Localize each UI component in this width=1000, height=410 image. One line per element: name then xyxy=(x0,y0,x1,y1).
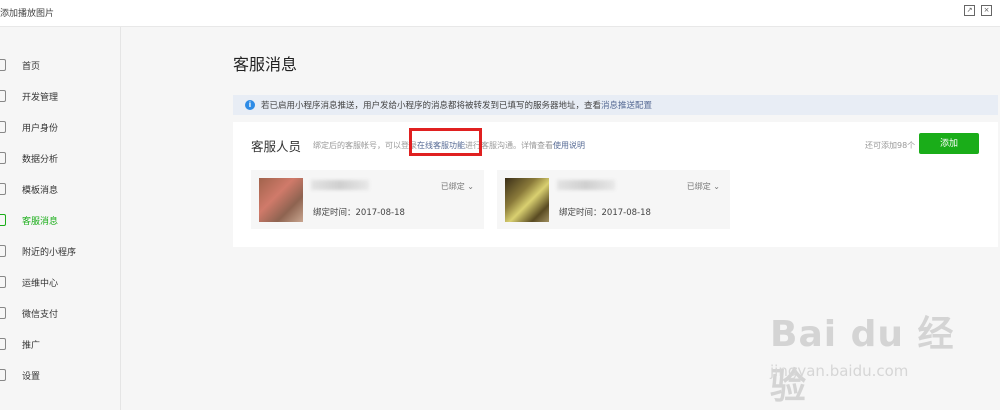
sidebar-item-nearby[interactable]: 附近的小程序 xyxy=(0,241,120,261)
notice-text: 若已启用小程序消息推送，用户发给小程序的消息都将被转发到已填写的服务器地址，查看 xyxy=(261,101,602,111)
sidebar-item-label: 用户身份 xyxy=(22,123,59,134)
bind-time: 绑定时间：2017-08-18 xyxy=(313,208,405,218)
ops-icon xyxy=(0,276,6,288)
agent-card: 已绑定 ⌄ 绑定时间：2017-08-18 xyxy=(497,170,730,229)
add-button[interactable]: 添加 xyxy=(919,133,979,154)
sidebar-item-label: 推广 xyxy=(22,340,41,351)
external-link-icon[interactable]: ↗ xyxy=(964,5,975,16)
user-icon xyxy=(0,121,6,133)
home-icon xyxy=(0,59,6,71)
sidebar-item-label: 运维中心 xyxy=(22,278,59,289)
sidebar-item-analytics[interactable]: 数据分析 xyxy=(0,148,120,168)
sidebar-item-settings[interactable]: 设置 xyxy=(0,365,120,385)
bind-status-dropdown[interactable]: 已绑定 ⌄ xyxy=(441,181,474,192)
window-controls: ↗ × xyxy=(964,5,992,16)
bind-status-dropdown[interactable]: 已绑定 ⌄ xyxy=(687,181,720,192)
chart-icon xyxy=(0,152,6,164)
pay-icon xyxy=(0,307,6,319)
notice-bar: i 若已启用小程序消息推送，用户发给小程序的消息都将被转发到已填写的服务器地址，… xyxy=(233,95,998,115)
settings-icon xyxy=(0,369,6,381)
template-icon xyxy=(0,183,6,195)
bind-status-label: 已绑定 xyxy=(440,182,465,191)
window-titlebar: 添加播放图片 ↗ × xyxy=(0,0,1000,27)
sidebar-item-pay[interactable]: 微信支付 xyxy=(0,303,120,323)
bind-status-label: 已绑定 xyxy=(686,182,711,191)
info-icon: i xyxy=(245,100,255,110)
chevron-down-icon: ⌄ xyxy=(467,182,474,191)
promo-icon xyxy=(0,338,6,350)
sidebar-item-label: 模板消息 xyxy=(22,185,59,196)
location-icon xyxy=(0,245,6,257)
sidebar-item-promo[interactable]: 推广 xyxy=(0,334,120,354)
avatar xyxy=(505,178,549,222)
sidebar-item-dev[interactable]: 开发管理 xyxy=(0,86,120,106)
window-title: 添加播放图片 xyxy=(0,9,55,19)
sidebar-item-home[interactable]: 首页 xyxy=(0,55,120,75)
sidebar-item-user[interactable]: 用户身份 xyxy=(0,117,120,137)
sidebar: 首页 开发管理 用户身份 数据分析 模板消息 客服消息 附近的小程序 运维中心 … xyxy=(0,27,121,410)
watermark-logo: Bai du 经验 xyxy=(770,314,955,407)
sidebar-item-service[interactable]: 客服消息 xyxy=(0,210,120,230)
blurred-name xyxy=(557,180,615,190)
sidebar-item-label: 设置 xyxy=(22,371,41,382)
blurred-name xyxy=(311,180,369,190)
sidebar-item-ops[interactable]: 运维中心 xyxy=(0,272,120,292)
sidebar-item-label: 开发管理 xyxy=(22,92,59,103)
page-title: 客服消息 xyxy=(233,55,298,74)
bind-time: 绑定时间：2017-08-18 xyxy=(559,208,651,218)
staff-label: 客服人员 xyxy=(251,139,302,154)
agent-card: 已绑定 ⌄ 绑定时间：2017-08-18 xyxy=(251,170,484,229)
chevron-down-icon: ⌄ xyxy=(713,182,720,191)
sidebar-item-label: 客服消息 xyxy=(22,216,59,227)
sidebar-item-template[interactable]: 模板消息 xyxy=(0,179,120,199)
notice-link[interactable]: 消息推送配置 xyxy=(601,99,652,111)
sidebar-item-label: 附近的小程序 xyxy=(22,247,77,258)
service-icon xyxy=(0,214,6,226)
sidebar-item-label: 首页 xyxy=(22,61,41,72)
dev-icon xyxy=(0,90,6,102)
sidebar-item-label: 数据分析 xyxy=(22,154,59,165)
usage-guide-link[interactable]: 使用说明 xyxy=(553,141,585,150)
avatar xyxy=(259,178,303,222)
close-icon[interactable]: × xyxy=(981,5,992,16)
sidebar-item-label: 微信支付 xyxy=(22,309,59,320)
staff-card: 客服人员 绑定后的客服帐号，可以登录在线客服功能进行客服沟通。详情查看使用说明 … xyxy=(233,122,998,247)
watermark-url: jingyan.baidu.com xyxy=(770,362,909,380)
remaining-count: 还可添加98个 xyxy=(865,141,916,150)
annotation-highlight-box xyxy=(409,128,482,156)
baidu-jingyan-watermark: Bai du 经验 jingyan.baidu.com xyxy=(770,300,985,407)
desc-prefix: 绑定后的客服帐号，可以登录 xyxy=(313,141,417,150)
